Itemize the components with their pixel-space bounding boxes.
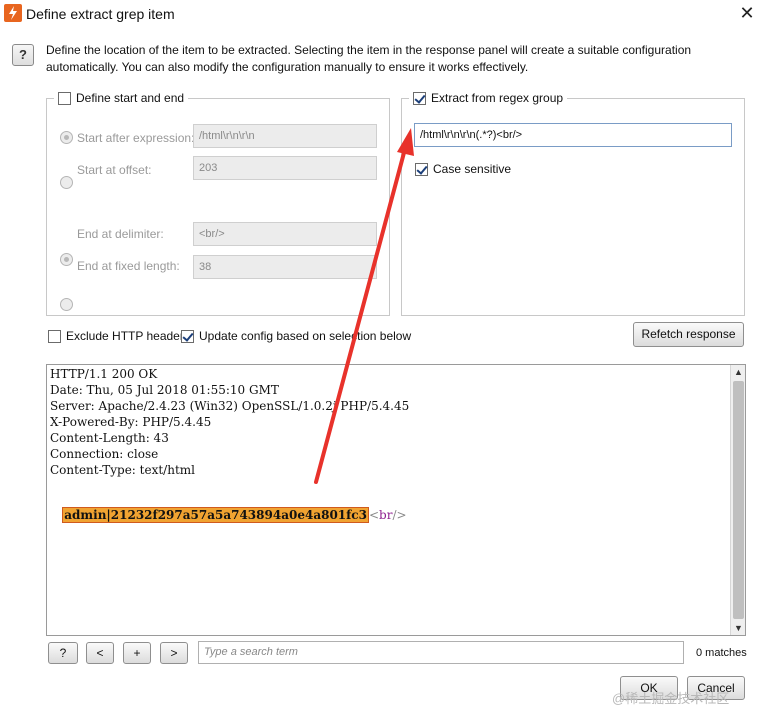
search-input[interactable]: Type a search term	[198, 641, 684, 664]
description-text: Define the location of the item to be ex…	[46, 43, 692, 74]
app-logo-icon	[4, 4, 22, 22]
tag-close: />	[392, 508, 407, 522]
response-line: HTTP/1.1 200 OK	[50, 367, 158, 381]
update-config-checkbox[interactable]	[181, 329, 194, 343]
update-config-row: Update config based on selection below	[181, 329, 411, 343]
search-prev-button[interactable]: <	[86, 642, 114, 664]
response-panel[interactable]: HTTP/1.1 200 OK Date: Thu, 05 Jul 2018 0…	[46, 364, 746, 636]
end-delimiter-label: End at delimiter:	[77, 227, 164, 241]
define-start-end-label: Define start and end	[76, 91, 185, 105]
search-add-button[interactable]: +	[123, 642, 151, 664]
start-offset-label: Start at offset:	[77, 163, 152, 177]
end-fixed-label: End at fixed length:	[77, 259, 180, 273]
search-help-button[interactable]: ?	[48, 642, 78, 664]
case-sensitive-label: Case sensitive	[433, 162, 512, 176]
watermark: @稀土掘金技术社区	[612, 691, 730, 706]
close-icon[interactable]: ✕	[736, 2, 758, 24]
scrollbar-thumb[interactable]	[733, 381, 744, 619]
exclude-headers-checkbox[interactable]	[48, 329, 61, 343]
start-after-input[interactable]: /html\r\n\r\n	[193, 124, 377, 148]
search-next-button[interactable]: >	[160, 642, 188, 664]
end-fixed-radio[interactable]	[60, 298, 73, 311]
end-delimiter-input[interactable]: <br/>	[193, 222, 377, 246]
response-line: X-Powered-By: PHP/5.4.45	[50, 415, 212, 429]
selected-extract-text[interactable]: admin|21232f297a57a5a743894a0e4a801fc3	[62, 507, 369, 523]
tag-open-bracket: <	[368, 508, 380, 522]
response-line: Date: Thu, 05 Jul 2018 01:55:10 GMT	[50, 383, 279, 397]
response-line: Content-Type: text/html	[50, 463, 195, 477]
response-body-line: admin|21232f297a57a5a743894a0e4a801fc3 <b…	[47, 494, 407, 536]
exclude-headers-row: Exclude HTTP headers	[48, 329, 190, 343]
start-offset-radio[interactable]	[60, 176, 73, 189]
start-end-legend: Define start and end	[54, 91, 189, 105]
scroll-down-icon[interactable]: ▼	[731, 621, 746, 635]
extract-regex-checkbox[interactable]	[413, 91, 426, 105]
refetch-response-button[interactable]: Refetch response	[633, 322, 744, 347]
scroll-up-icon[interactable]: ▲	[731, 365, 746, 379]
vertical-scrollbar[interactable]: ▲ ▼	[730, 365, 745, 635]
update-config-label: Update config based on selection below	[199, 329, 412, 343]
window-title: Define extract grep item	[26, 6, 175, 22]
regex-legend: Extract from regex group	[409, 91, 568, 105]
start-offset-input[interactable]: 203	[193, 156, 377, 180]
start-after-label: Start after expression:	[77, 131, 195, 145]
response-line: Connection: close	[50, 447, 159, 461]
tag-name: br	[379, 508, 393, 522]
end-fixed-input[interactable]: 38	[193, 255, 377, 279]
response-line: Server: Apache/2.4.23 (Win32) OpenSSL/1.…	[50, 399, 410, 413]
end-delimiter-radio[interactable]	[60, 253, 73, 266]
extract-regex-label: Extract from regex group	[431, 91, 564, 105]
start-after-radio[interactable]	[60, 131, 73, 144]
exclude-headers-label: Exclude HTTP headers	[66, 329, 190, 343]
regex-input[interactable]: /html\r\n\r\n(.*?)<br/>	[414, 123, 732, 147]
case-sensitive-row: Case sensitive	[415, 162, 511, 176]
response-line: Content-Length: 43	[50, 431, 169, 445]
define-start-end-checkbox[interactable]	[58, 91, 71, 105]
case-sensitive-checkbox[interactable]	[415, 162, 428, 176]
help-button[interactable]: ?	[12, 44, 34, 66]
match-count: 0 matches	[696, 647, 747, 659]
